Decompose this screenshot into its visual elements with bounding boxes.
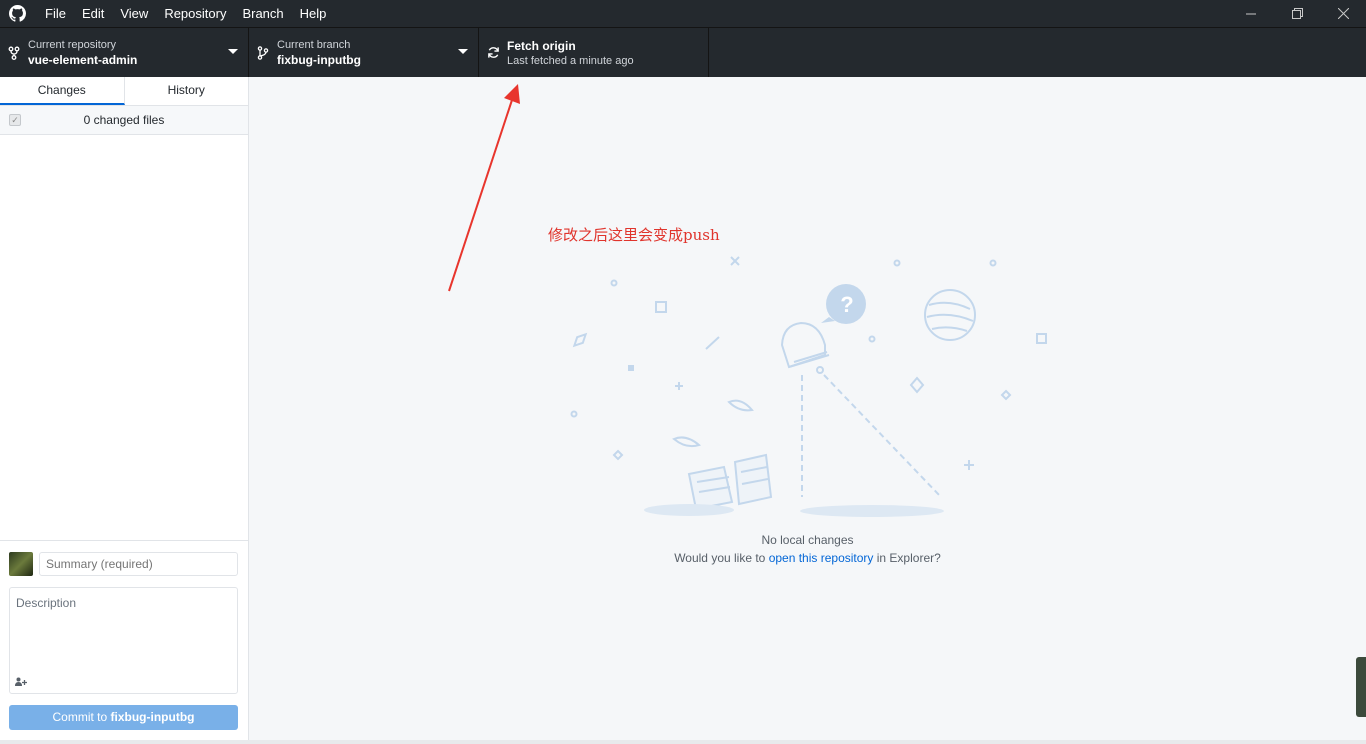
menu-help[interactable]: Help: [292, 0, 335, 27]
menu-repository[interactable]: Repository: [156, 0, 234, 27]
minimize-icon[interactable]: [1228, 0, 1274, 27]
branch-label: Current branch: [277, 38, 351, 51]
repo-icon: [0, 46, 28, 60]
menu-bar: File Edit View Repository Branch Help: [34, 0, 334, 27]
open-repository-link[interactable]: open this repository: [769, 551, 874, 565]
sync-icon: [479, 46, 507, 59]
repository-label: Current repository: [28, 38, 117, 51]
commit-button-branch: fixbug-inputbg: [110, 710, 195, 724]
commit-panel: Description Commit to fixbug-inputbg: [0, 540, 248, 740]
menu-branch[interactable]: Branch: [234, 0, 291, 27]
changed-files-count: 0 changed files: [83, 113, 165, 127]
menu-edit[interactable]: Edit: [74, 0, 112, 27]
select-all-checkbox[interactable]: ✓: [9, 114, 21, 126]
subtitle-suffix: in Explorer?: [873, 551, 941, 565]
toolbar: Current repository vue-element-admin Cur…: [0, 27, 1366, 77]
tab-bar: Changes History: [0, 77, 248, 106]
no-changes-title: No local changes: [761, 533, 854, 547]
add-coauthor-icon[interactable]: [15, 677, 27, 689]
github-logo-icon: [0, 0, 34, 27]
description-placeholder: Description: [16, 596, 77, 610]
close-icon[interactable]: [1320, 0, 1366, 27]
fetch-title: Fetch origin: [507, 38, 576, 53]
current-branch-button[interactable]: Current branch fixbug-inputbg: [249, 28, 479, 77]
restore-icon[interactable]: [1274, 0, 1320, 27]
title-bar: File Edit View Repository Branch Help: [0, 0, 1366, 27]
chevron-down-icon: [228, 49, 238, 54]
window-controls: [1228, 0, 1366, 27]
blank-slate-illustration: ?: [570, 256, 1047, 517]
commit-button-prefix: Commit to: [52, 710, 111, 724]
summary-input[interactable]: [39, 552, 238, 576]
side-widget: [1356, 657, 1366, 717]
chevron-down-icon: [458, 49, 468, 54]
annotation-text: 修改之后这里会变成push: [548, 226, 720, 244]
svg-text:?: ?: [840, 292, 853, 317]
blank-slate-view: ? No local changes Would you like to ope…: [249, 77, 1366, 740]
fetch-origin-button[interactable]: Fetch origin Last fetched a minute ago: [479, 28, 709, 77]
sidebar: Changes History ✓ 0 changed files Descri…: [0, 77, 249, 740]
commit-button[interactable]: Commit to fixbug-inputbg: [9, 705, 238, 730]
menu-file[interactable]: File: [34, 0, 74, 27]
fetch-subtitle: Last fetched a minute ago: [507, 54, 634, 67]
tab-changes[interactable]: Changes: [0, 77, 125, 105]
tab-history[interactable]: History: [125, 77, 249, 105]
branch-icon: [249, 45, 277, 60]
no-changes-subtitle: Would you like to open this repository i…: [249, 551, 1366, 565]
changes-header: ✓ 0 changed files: [0, 106, 248, 135]
menu-view[interactable]: View: [112, 0, 156, 27]
subtitle-prefix: Would you like to: [674, 551, 769, 565]
repository-name: vue-element-admin: [28, 52, 138, 67]
avatar: [9, 552, 33, 576]
bottom-edge: [0, 740, 1366, 744]
current-repository-button[interactable]: Current repository vue-element-admin: [0, 28, 249, 77]
description-field[interactable]: Description: [9, 587, 238, 694]
branch-name: fixbug-inputbg: [277, 52, 361, 67]
